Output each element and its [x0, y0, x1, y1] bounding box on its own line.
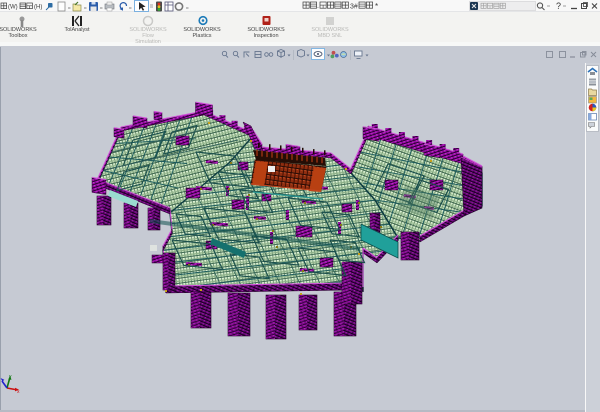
svg-text:y: y [9, 374, 12, 380]
svg-text:.: . [317, 3, 319, 10]
svg-text:(W): (W) [8, 5, 18, 11]
svg-text:*: * [375, 2, 378, 11]
svg-text:(H): (H) [34, 5, 42, 11]
svg-text:x: x [17, 389, 20, 395]
svg-text:3#: 3# [350, 4, 358, 11]
